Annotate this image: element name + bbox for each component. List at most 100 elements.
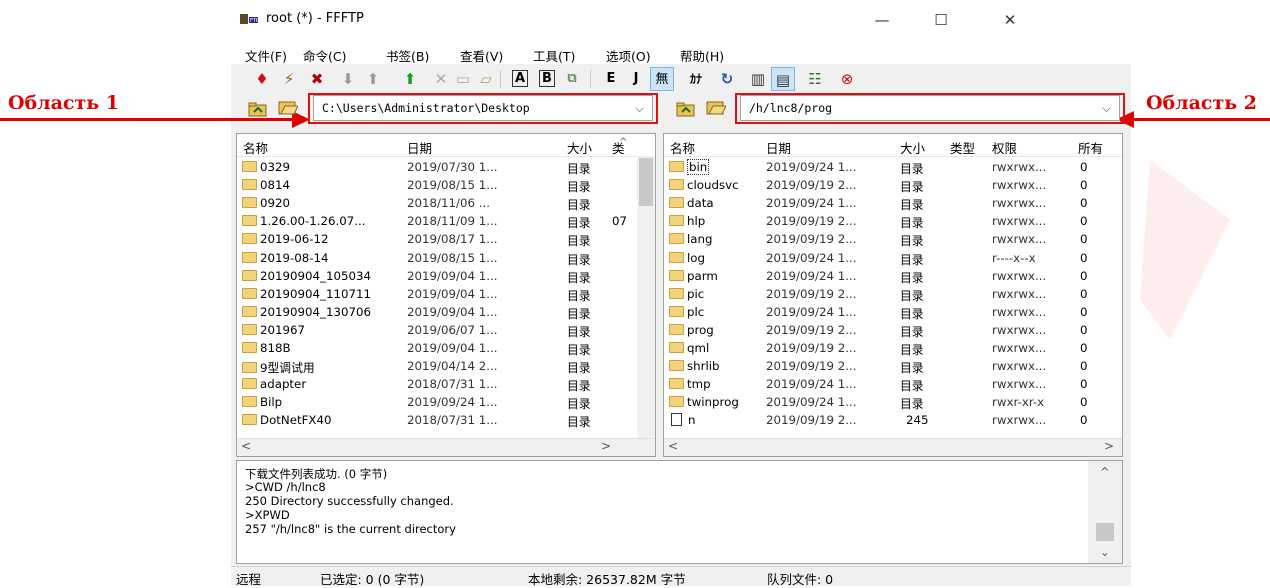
local-table-row[interactable]: 20190904_110711 2019/09/04 1... 目录: [237, 285, 637, 303]
local-table-row[interactable]: DotNetFX40 2018/07/31 1... 目录: [237, 411, 637, 429]
stop-icon[interactable]: ⊗: [835, 67, 859, 91]
menu-bookmark[interactable]: 书签(B): [386, 46, 429, 65]
remote-table-row[interactable]: plc 2019/09/24 1... 目录 rwxrwx... 0: [664, 303, 1122, 321]
jis-label: J: [633, 71, 639, 86]
local-file-list[interactable]: 名称 日期 大小 类 ^ 0329 2019/07/30 1... 目录 0814 20…: [236, 133, 656, 457]
quick-connect-icon[interactable]: ⚡: [277, 67, 301, 91]
local-path-combobox[interactable]: C:\Users\Administrator\Desktop ⌵: [313, 95, 653, 121]
mkdir-icon[interactable]: ▱: [474, 67, 498, 91]
local-scroll-thumb[interactable]: [639, 158, 653, 206]
local-horizontal-scrollbar[interactable]: < >: [237, 438, 655, 456]
local-table-row[interactable]: adapter 2018/07/31 1... 目录: [237, 375, 637, 393]
log-line: 257 "/h/lnc8" is the current directory: [245, 522, 456, 536]
list-view-icon[interactable]: ▥: [746, 67, 770, 91]
remote-open-folder-icon[interactable]: [706, 99, 727, 118]
local-table-row[interactable]: 0814 2019/08/15 1... 目录: [237, 176, 637, 194]
menu-help[interactable]: 帮助(H): [680, 46, 724, 65]
menu-tools[interactable]: 工具(T): [533, 46, 575, 65]
chevron-down-icon[interactable]: ⌵: [1102, 96, 1111, 120]
local-table-row[interactable]: 0329 2019/07/30 1... 目录: [237, 158, 637, 176]
status-selected: 已选定: 0 (0 字节): [320, 572, 425, 587]
log-pane[interactable]: 下载文件列表成功. (0 字节) >CWD /h/lnc8 250 Direct…: [236, 460, 1123, 564]
local-col-date[interactable]: 日期: [407, 138, 432, 157]
ascii-mode-icon[interactable]: A: [508, 67, 532, 91]
local-vertical-scrollbar[interactable]: [637, 156, 655, 438]
detail-view-icon[interactable]: ▤: [771, 67, 795, 91]
local-table-row[interactable]: 2019-06-12 2019/08/17 1... 目录: [237, 230, 637, 248]
remote-path-combobox[interactable]: /h/lnc8/prog ⌵: [740, 95, 1120, 121]
local-table-row[interactable]: 20190904_105034 2019/09/04 1... 目录: [237, 267, 637, 285]
remote-table-row[interactable]: twinprog 2019/09/24 1... 目录 rwxr-xr-x 0: [664, 393, 1122, 411]
remote-horizontal-scrollbar[interactable]: < >: [664, 438, 1122, 456]
local-table-row[interactable]: 201967 2019/06/07 1... 目录: [237, 321, 637, 339]
mirror-upload-icon[interactable]: ⬆: [398, 67, 422, 91]
local-parent-folder-icon[interactable]: [248, 101, 268, 120]
remote-parent-folder-icon[interactable]: [676, 101, 696, 120]
disconnect-icon[interactable]: ✖: [305, 67, 329, 91]
remote-table-row[interactable]: data 2019/09/24 1... 目录 rwxrwx... 0: [664, 194, 1122, 212]
scroll-down-icon[interactable]: ⌄: [1100, 545, 1110, 559]
remote-path-text: /h/lnc8/prog: [749, 101, 833, 115]
rename-icon[interactable]: ▭: [451, 67, 475, 91]
remote-col-name[interactable]: 名称: [670, 138, 695, 157]
remote-table-row[interactable]: lang 2019/09/19 2... 目录 rwxrwx... 0: [664, 230, 1122, 248]
local-cell-size: 目录: [567, 361, 591, 376]
delete-icon[interactable]: ✕: [429, 67, 453, 91]
menu-view[interactable]: 查看(V): [460, 46, 503, 65]
local-col-size[interactable]: 大小: [567, 138, 592, 157]
no-convert-icon[interactable]: 無: [650, 67, 674, 91]
scroll-left-icon[interactable]: <: [241, 439, 251, 453]
remote-table-row[interactable]: pic 2019/09/19 2... 目录 rwxrwx... 0: [664, 285, 1122, 303]
menu-file[interactable]: 文件(F): [245, 46, 287, 65]
local-open-folder-icon[interactable]: [278, 99, 299, 118]
local-col-name[interactable]: 名称: [243, 138, 268, 157]
local-table-row[interactable]: 20190904_130706 2019/09/04 1... 目录: [237, 303, 637, 321]
minimize-button[interactable]: —: [862, 8, 902, 32]
connect-icon[interactable]: ♦: [250, 67, 274, 91]
remote-cell-name: qml: [669, 341, 709, 355]
menu-options[interactable]: 选项(O): [606, 46, 651, 65]
remote-table-row[interactable]: hlp 2019/09/19 2... 目录 rwxrwx... 0: [664, 212, 1122, 230]
log-scroll-thumb[interactable]: [1096, 523, 1114, 541]
remote-table-row[interactable]: log 2019/09/24 1... 目录 r----x--x 0: [664, 249, 1122, 267]
refresh-icon[interactable]: ↻: [715, 67, 739, 91]
remote-table-row[interactable]: cloudsvc 2019/09/19 2... 目录 rwxrwx... 0: [664, 176, 1122, 194]
upload-icon[interactable]: ⬆: [361, 67, 385, 91]
remote-col-date[interactable]: 日期: [766, 138, 791, 157]
remote-table-row[interactable]: bin 2019/09/24 1... 目录 rwxrwx... 0: [664, 158, 1122, 176]
remote-col-type[interactable]: 类型: [950, 138, 975, 157]
auto-mode-icon[interactable]: ⧉: [560, 67, 584, 91]
remote-table-row[interactable]: shrlib 2019/09/19 2... 目录 rwxrwx... 0: [664, 357, 1122, 375]
scroll-right-icon[interactable]: >: [601, 439, 611, 453]
remote-table-row[interactable]: qml 2019/09/19 2... 目录 rwxrwx... 0: [664, 339, 1122, 357]
remote-table-row[interactable]: prog 2019/09/19 2... 目录 rwxrwx... 0: [664, 321, 1122, 339]
chevron-down-icon[interactable]: ⌵: [635, 96, 644, 120]
local-table-row[interactable]: 1.26.00-1.26.07... 2018/11/09 1... 目录 07: [237, 212, 637, 230]
scroll-left-icon[interactable]: <: [668, 439, 678, 453]
menu-command[interactable]: 命令(C): [303, 46, 346, 65]
local-table-row[interactable]: 0920 2018/11/06 ... 目录: [237, 194, 637, 212]
log-vertical-scrollbar[interactable]: ^ ⌄: [1088, 461, 1122, 563]
directory-sync-icon[interactable]: ☷: [803, 67, 827, 91]
remote-col-owner[interactable]: 所有: [1078, 138, 1103, 157]
remote-table-row[interactable]: tmp 2019/09/24 1... 目录 rwxrwx... 0: [664, 375, 1122, 393]
remote-col-size[interactable]: 大小: [900, 138, 925, 157]
jis-icon[interactable]: J: [624, 67, 648, 91]
svg-text:FTP: FTP: [250, 18, 258, 24]
close-button[interactable]: ✕: [990, 8, 1030, 32]
scroll-right-icon[interactable]: >: [1104, 439, 1114, 453]
download-icon[interactable]: ⬇: [336, 67, 360, 91]
remote-file-list[interactable]: 名称 日期 大小 类型 权限 所有 bin 2019/09/24 1... 目录 rw…: [663, 133, 1123, 457]
maximize-button[interactable]: ☐: [921, 8, 961, 32]
scroll-up-icon[interactable]: ^: [1100, 465, 1110, 479]
local-table-row[interactable]: 9型调试用 2019/04/14 2... 目录: [237, 357, 637, 375]
binary-mode-icon[interactable]: B: [535, 67, 559, 91]
remote-table-row[interactable]: parm 2019/09/24 1... 目录 rwxrwx... 0: [664, 267, 1122, 285]
local-table-row[interactable]: Bilp 2019/09/24 1... 目录: [237, 393, 637, 411]
local-table-row[interactable]: 818B 2019/09/04 1... 目录: [237, 339, 637, 357]
remote-table-row[interactable]: n 2019/09/19 2... 245 rwxrwx... 0: [664, 411, 1122, 429]
remote-col-perm[interactable]: 权限: [992, 138, 1017, 157]
local-table-row[interactable]: 2019-08-14 2019/08/15 1... 目录: [237, 249, 637, 267]
euc-icon[interactable]: E: [599, 67, 623, 91]
kana-icon[interactable]: ｶﾅ: [684, 67, 708, 91]
